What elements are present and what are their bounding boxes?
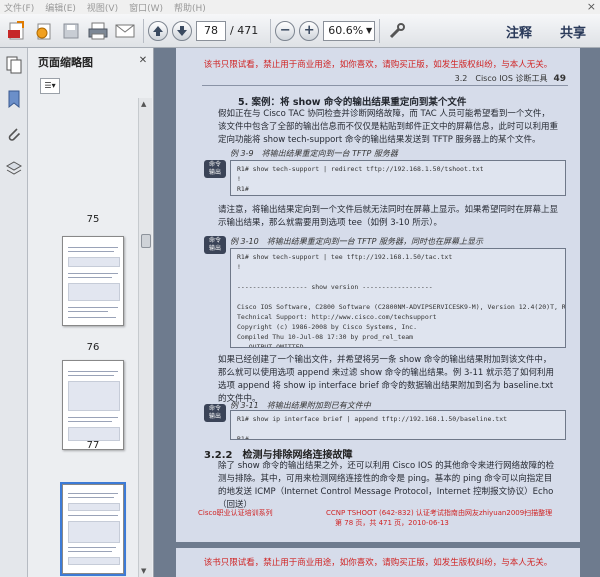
page-number-input[interactable]: 78 <box>196 20 226 41</box>
tools-button[interactable] <box>384 18 410 44</box>
create-pdf-icon <box>8 20 24 39</box>
next-page-button[interactable] <box>172 20 192 41</box>
footer-right: 由网友zhiyuan2009扫描整理 <box>458 509 553 517</box>
scroll-up-icon[interactable]: ▲ <box>141 100 146 108</box>
menu-help[interactable]: 帮助(H) <box>174 1 206 14</box>
share-button[interactable]: 共享 <box>560 22 586 41</box>
panel-toolbar: ☰▾ <box>28 76 153 96</box>
running-head-text: 3.2 Cisco IOS 诊断工具 <box>454 74 548 83</box>
previous-page-button[interactable] <box>148 20 168 41</box>
minus-icon: − <box>279 22 291 38</box>
toolbar-divider <box>143 18 144 43</box>
header-rule <box>202 85 568 86</box>
attachment-icon[interactable] <box>5 126 23 144</box>
watermark-bottom: 该书只限试看，禁止用于商业用途，如你喜欢，请购买正版，如发生版权纠纷，与本人无关… <box>203 558 553 568</box>
page-total: / 471 <box>230 24 259 37</box>
example-3-9-code: R1# show tech-support | redirect tftp://… <box>230 160 566 196</box>
watermark-top: 该书只限试看，禁止用于商业用途，如你喜欢，请购买正版，如发生版权纠纷，与本人无关… <box>203 60 553 70</box>
comment-button[interactable]: 注释 <box>506 22 532 41</box>
paragraph-2: 请注意，将输出结果定向到一个文件后就无法同时在屏幕上显示。如果希望同时在屏幕上显… <box>218 205 559 228</box>
case-heading: 5. 案例：将 show 命令的输出结果重定向到某个文件 <box>238 97 467 108</box>
scroll-down-icon[interactable]: ▼ <box>141 567 146 575</box>
command-output-badge: 命令 输出 <box>204 404 226 422</box>
document-viewer[interactable]: 该书只限试看，禁止用于商业用途，如你喜欢，请购买正版，如发生版权纠纷，与本人无关… <box>154 48 600 577</box>
thumbnail-scrollbar[interactable]: ▲ ▼ <box>138 98 152 577</box>
toolbar: 78 / 471 − + 60.6% ▼ 注释 共享 <box>0 14 600 48</box>
chevron-down-icon: ▼ <box>366 25 373 35</box>
thumbnail-page-77[interactable] <box>62 360 124 450</box>
envelope-icon <box>115 24 135 37</box>
thumbnail-page-76[interactable] <box>62 236 124 326</box>
toolbar-divider <box>270 18 272 43</box>
arrow-up-icon <box>153 25 163 36</box>
menu-file[interactable]: 文件(F) <box>4 1 34 14</box>
next-document-page: 该书只限试看，禁止用于商业用途，如你喜欢，请购买正版，如发生版权纠纷，与本人无关… <box>176 548 580 577</box>
example-3-10-caption: 例 3-10 将输出结果重定向到一台 TFTP 服务器，同时也在屏幕上显示 <box>230 237 483 246</box>
thumbnail-page-78[interactable] <box>60 482 126 576</box>
tools-icon <box>390 22 406 38</box>
menu-view[interactable]: 视图(V) <box>87 1 118 14</box>
footer-left: Cisco职业认证培训系列 <box>198 509 273 517</box>
menu-bar: 文件(F) 编辑(E) 视图(V) 窗口(W) 帮助(H) × <box>0 0 600 14</box>
print-button[interactable] <box>85 18 111 44</box>
zoom-value: 60.6% <box>328 23 364 37</box>
toolbar-divider <box>379 18 381 43</box>
page-number: 49 <box>553 74 566 84</box>
create-pdf-button[interactable] <box>4 18 30 44</box>
document-page: 该书只限试看，禁止用于商业用途，如你喜欢，请购买正版，如发生版权纠纷，与本人无关… <box>176 48 580 542</box>
panel-title: 页面缩略图 <box>38 56 93 69</box>
layers-icon[interactable] <box>5 160 23 178</box>
close-panel-icon[interactable]: ✕ <box>137 56 149 68</box>
thumbnail-label-76: 76 <box>86 342 100 353</box>
plus-icon: + <box>303 22 315 38</box>
save-icon <box>63 23 79 38</box>
export-button[interactable] <box>31 18 57 44</box>
thumbnail-panel: 页面缩略图 ✕ ☰▾ 75 76 77 78 <box>28 48 154 577</box>
bookmark-icon[interactable] <box>5 90 23 108</box>
footer-middle: CCNP TSHOOT (642-832) 认证考试指南 第 78 页，共 47… <box>326 509 458 527</box>
close-document-icon[interactable]: × <box>587 0 596 13</box>
paragraph-3: 如果已经创建了一个输出文件，并希望将另一条 show 命令的输出结果附加到该文件… <box>218 355 554 404</box>
zoom-select[interactable]: 60.6% ▼ <box>323 20 376 41</box>
email-button[interactable] <box>112 18 138 44</box>
zoom-out-button[interactable]: − <box>275 20 296 41</box>
section-heading: 3.2.2 检测与排除网络连接故障 <box>204 450 353 461</box>
arrow-down-icon <box>177 25 187 36</box>
options-icon: ☰▾ <box>44 81 56 90</box>
options-button[interactable]: ☰▾ <box>40 78 60 94</box>
paragraph-1: 假如正在与 Cisco TAC 协同检查并诊断网络故障，而 TAC 人员可能希望… <box>218 109 559 145</box>
command-output-badge: 命令 输出 <box>204 160 226 178</box>
example-3-10-code: R1# show tech-support | tee tftp://192.1… <box>230 248 566 348</box>
thumbnail-list: 75 76 77 78 <box>28 98 138 577</box>
pages-icon[interactable] <box>5 56 23 74</box>
thumbnail-label-77: 77 <box>86 440 100 451</box>
example-3-9-caption: 例 3-9 将输出结果重定向到一台 TFTP 服务器 <box>230 149 398 158</box>
zoom-in-button[interactable]: + <box>299 20 320 41</box>
running-head: 3.2 Cisco IOS 诊断工具 49 <box>455 73 566 84</box>
save-button[interactable] <box>58 18 84 44</box>
navigation-strip <box>0 48 28 577</box>
menu-edit[interactable]: 编辑(E) <box>45 1 76 14</box>
export-icon <box>36 23 51 39</box>
menu-window[interactable]: 窗口(W) <box>129 1 163 14</box>
panel-header: 页面缩略图 ✕ <box>28 48 153 76</box>
printer-icon <box>88 22 108 39</box>
thumbnail-label-75: 75 <box>86 214 100 225</box>
scrollbar-thumb[interactable] <box>141 234 151 248</box>
paragraph-4: 除了 show 命令的输出结果之外，还可以利用 Cisco IOS 的其他命令来… <box>218 461 555 510</box>
command-output-badge: 命令 输出 <box>204 236 226 254</box>
example-3-11-code: R1# show ip interface brief | append tft… <box>230 410 566 440</box>
